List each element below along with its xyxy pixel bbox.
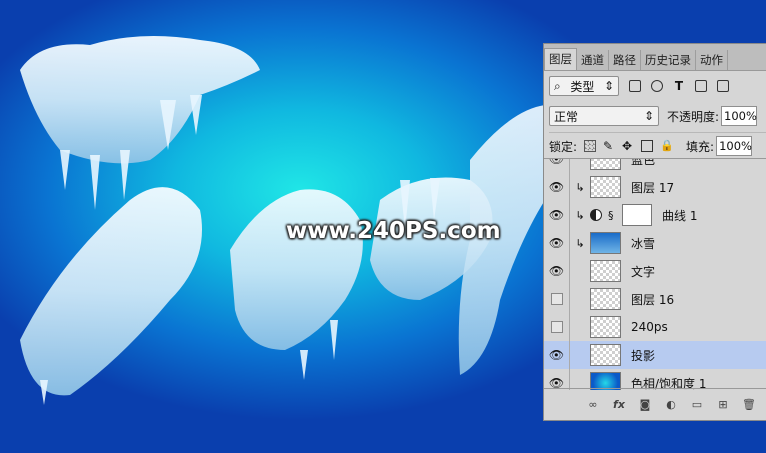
layer-name: 冰雪 <box>631 236 656 251</box>
opacity-label: 不透明度: <box>667 109 720 124</box>
layer-row[interactable]: 图层 16 <box>544 285 766 314</box>
layer-name: 投影 <box>631 348 656 363</box>
eye-icon[interactable]: 👁 <box>544 173 570 201</box>
tab-channels[interactable]: 通道 <box>577 50 609 70</box>
layer-name: 图层 16 <box>631 292 675 307</box>
watermark-text: www.240PS.com <box>286 218 501 244</box>
lock-transparent-icon[interactable] <box>584 140 597 152</box>
eye-icon[interactable]: 👁 <box>544 369 570 390</box>
eye-icon[interactable]: 👁 <box>544 201 570 229</box>
mask-icon[interactable]: ◙ <box>637 398 653 412</box>
trash-icon[interactable]: 🗑 <box>741 398 757 412</box>
new-layer-icon[interactable]: ⊞ <box>715 398 731 412</box>
tab-history[interactable]: 历史记录 <box>641 50 696 70</box>
eye-icon[interactable]: 👁 <box>544 257 570 285</box>
shape-filter-icon[interactable] <box>695 80 707 92</box>
layer-row[interactable]: 👁 蓝色 <box>544 158 766 174</box>
blend-mode-value: 正常 <box>554 109 579 124</box>
layer-mask-thumbnail <box>622 204 652 226</box>
lock-artboard-icon[interactable] <box>641 140 654 152</box>
lock-label: 锁定: <box>549 139 578 154</box>
layer-name: 图层 17 <box>631 180 675 195</box>
layer-row[interactable]: 👁 ↳ § 曲线 1 <box>544 201 766 230</box>
eye-icon[interactable]: 👁 <box>544 229 570 257</box>
eye-icon[interactable]: 👁 <box>544 159 570 173</box>
updown-arrow-icon: ⇕ <box>643 109 654 123</box>
layer-name: 蓝色 <box>631 158 656 167</box>
layer-name: 文字 <box>631 264 656 279</box>
eye-icon[interactable]: 👁 <box>544 341 570 369</box>
opacity-input[interactable]: 100% <box>721 106 758 126</box>
clip-arrow-icon: ↳ <box>575 236 585 250</box>
filter-kind-select[interactable]: ⌕ 类型 ⇕ <box>549 76 619 96</box>
layer-thumbnail <box>590 288 621 310</box>
blend-mode-select[interactable]: 正常 ⇕ <box>549 106 659 126</box>
adjustment-icon[interactable]: ◐ <box>663 398 679 412</box>
filter-row: ⌕ 类型 ⇕ T <box>549 74 766 98</box>
layers-panel: 图层 通道 路径 历史记录 动作 ⌕ 类型 ⇕ T 正常 ⇕ 不透明度: 100… <box>543 43 766 421</box>
filter-kind-label: 类型 <box>570 79 595 94</box>
clip-arrow-icon: ↳ <box>575 180 585 194</box>
panel-footer: ∞ fx ◙ ◐ ▭ ⊞ 🗑 <box>544 388 766 420</box>
clip-arrow-icon: ↳ <box>575 208 585 222</box>
layer-name: 240ps <box>631 320 668 334</box>
layer-thumbnail <box>590 159 621 170</box>
layer-row[interactable]: 👁 ↳ 图层 17 <box>544 173 766 202</box>
tab-layers[interactable]: 图层 <box>544 48 577 70</box>
adjustment-layer-icon <box>590 209 602 221</box>
layer-row[interactable]: 👁 文字 <box>544 257 766 286</box>
layer-thumbnail <box>590 176 621 198</box>
layer-row[interactable]: 👁 色相/饱和度 1 <box>544 369 766 390</box>
tab-paths[interactable]: 路径 <box>609 50 641 70</box>
layer-thumbnail <box>590 316 621 338</box>
link-icon[interactable]: ∞ <box>585 398 601 412</box>
layer-row[interactable]: 👁 ↳ 冰雪 <box>544 229 766 258</box>
visibility-toggle[interactable] <box>544 313 570 341</box>
fill-input[interactable]: 100% <box>716 136 753 156</box>
fx-icon[interactable]: fx <box>611 398 627 412</box>
adjustment-filter-icon[interactable] <box>651 80 663 92</box>
tab-actions[interactable]: 动作 <box>696 50 728 70</box>
lock-brush-icon[interactable]: ✎ <box>603 140 615 152</box>
layer-thumbnail <box>590 232 621 254</box>
chain-link-icon[interactable]: § <box>608 209 618 222</box>
blend-row: 正常 ⇕ 不透明度: 100% <box>549 104 766 128</box>
pixel-filter-icon[interactable] <box>629 80 641 92</box>
layers-list[interactable]: 👁 蓝色 👁 ↳ 图层 17 👁 ↳ § 曲线 1 👁 ↳ 冰雪 👁 文字 图层… <box>544 158 766 390</box>
folder-icon[interactable]: ▭ <box>689 398 705 412</box>
layer-row-selected[interactable]: 👁 投影 <box>544 341 766 370</box>
search-icon: ⌕ <box>554 78 561 93</box>
smart-object-filter-icon[interactable] <box>717 80 729 92</box>
panel-tabs: 图层 通道 路径 历史记录 动作 <box>544 44 766 71</box>
type-filter-icon[interactable]: T <box>673 80 685 92</box>
layer-thumbnail <box>590 344 621 366</box>
lock-row: 锁定: ✎ ✥ 🔒 填充: 100% <box>549 132 766 159</box>
visibility-toggle[interactable] <box>544 285 570 313</box>
lock-all-icon[interactable]: 🔒 <box>660 140 674 152</box>
layer-name: 曲线 1 <box>662 208 698 223</box>
fill-label: 填充: <box>686 139 715 154</box>
lock-move-icon[interactable]: ✥ <box>622 140 634 152</box>
layer-row[interactable]: 240ps <box>544 313 766 342</box>
updown-arrow-icon: ⇕ <box>603 79 614 93</box>
layer-thumbnail <box>590 260 621 282</box>
